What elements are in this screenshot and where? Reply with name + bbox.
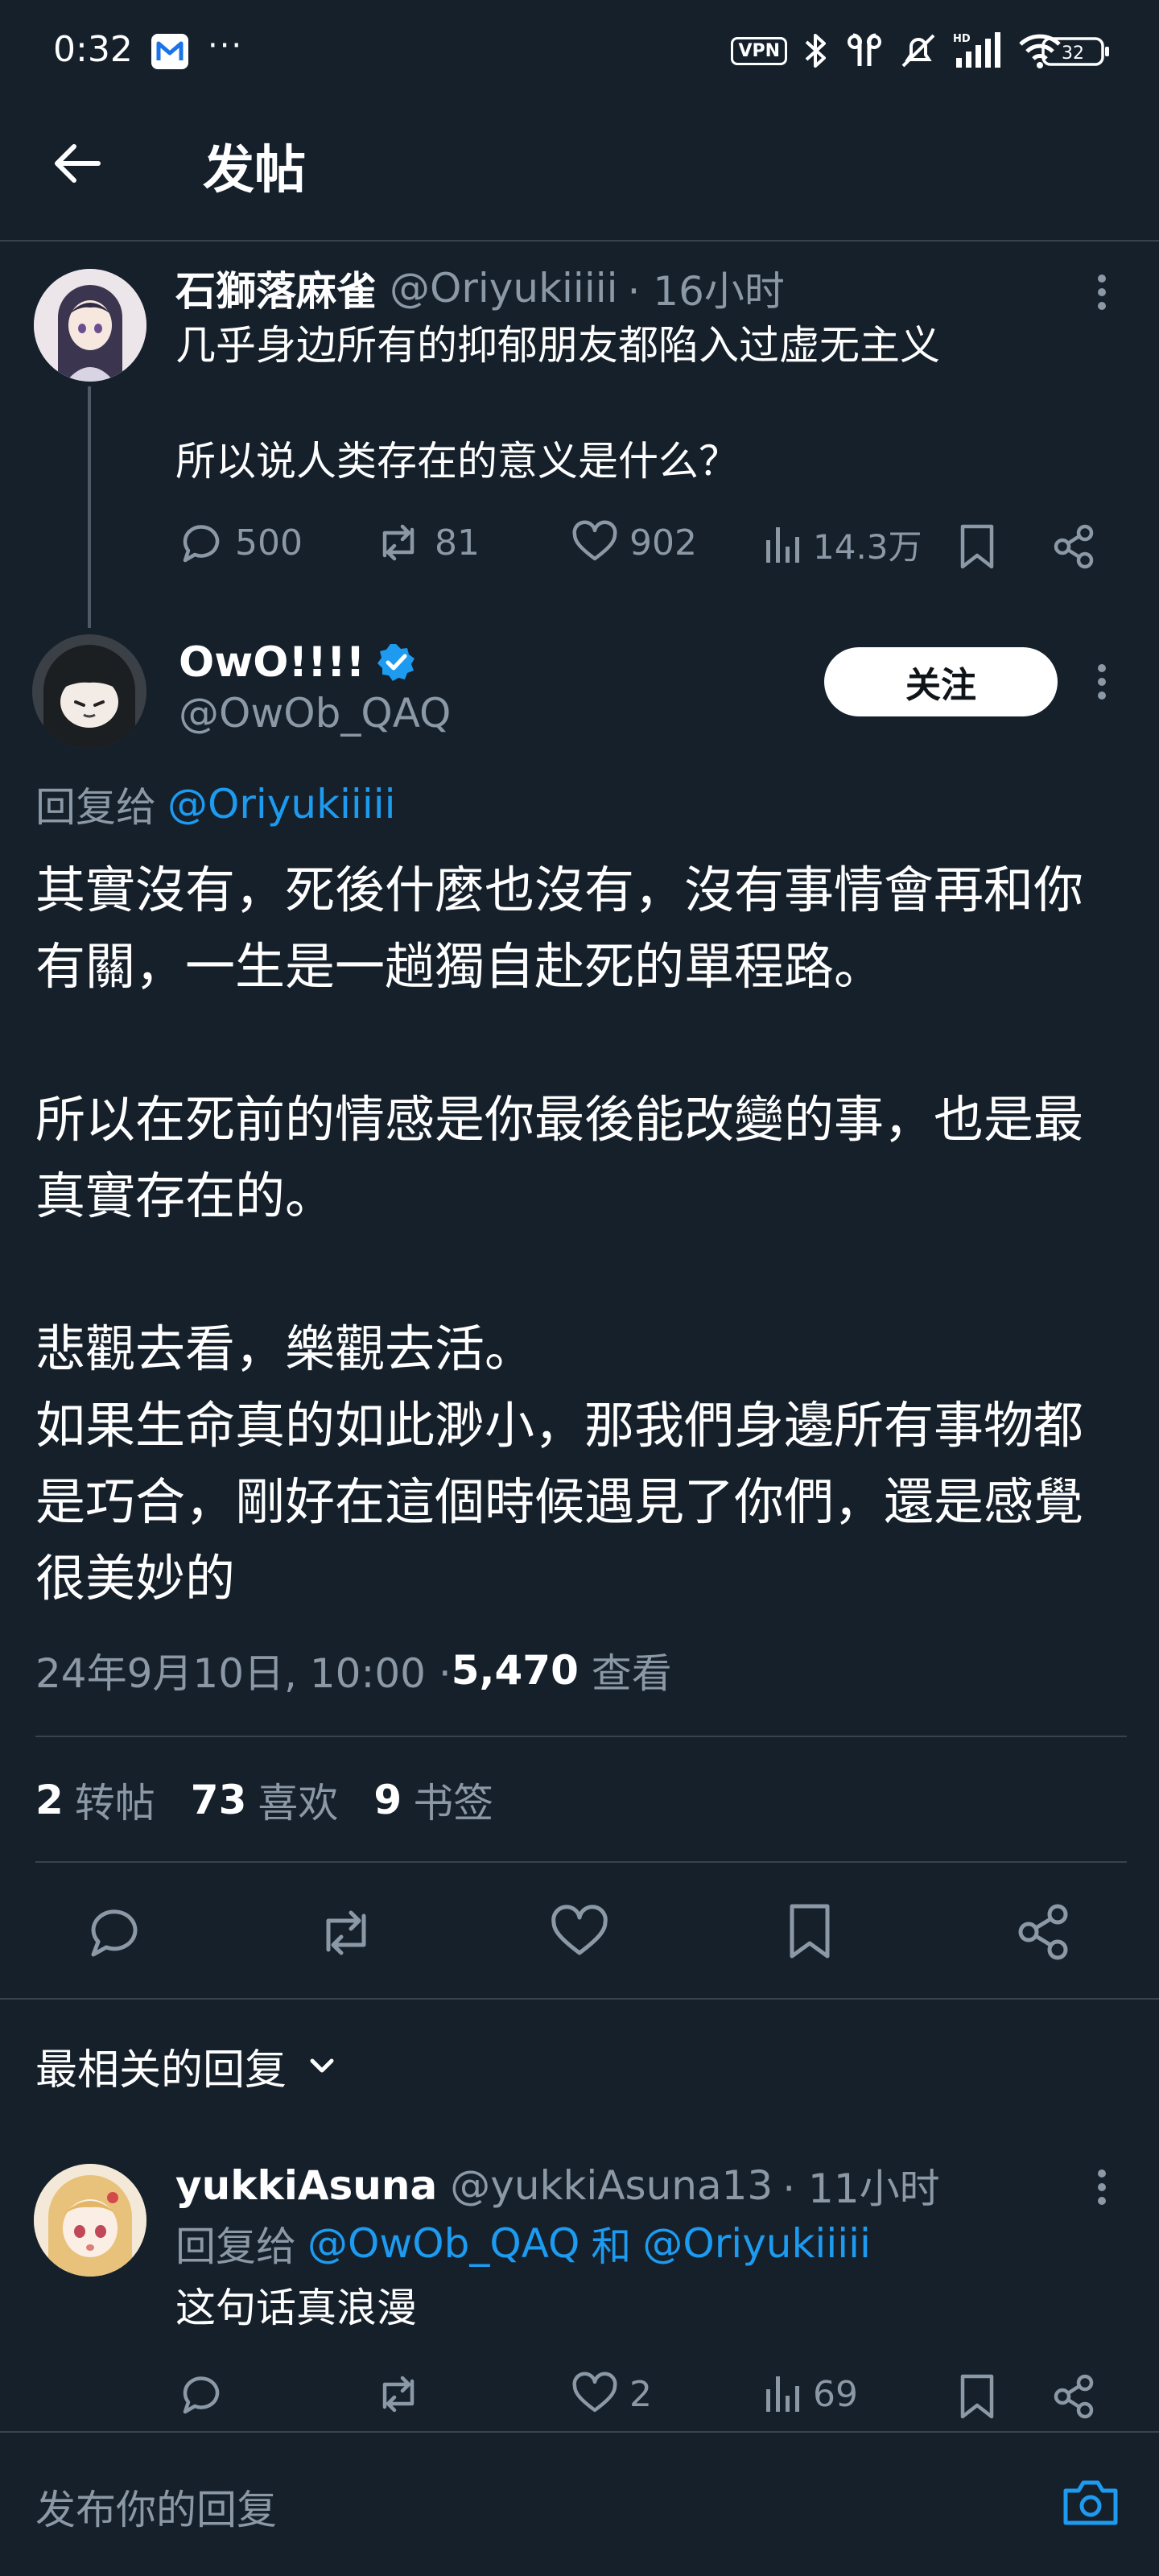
repost-icon[interactable] — [314, 1905, 378, 1959]
author-name[interactable]: 石獅落麻雀 — [175, 259, 377, 317]
notification-more: ··· — [208, 27, 244, 64]
author-name[interactable]: yukkiAsuna — [175, 2162, 437, 2209]
signal-icon: HD — [953, 31, 1003, 71]
post-text: 所以说人类存在的意义是什么？ — [175, 438, 739, 485]
post-time: · 16小时 — [627, 268, 785, 315]
views-chart-icon — [761, 2372, 802, 2417]
author-handle[interactable]: @yukkiAsuna13 — [450, 2162, 773, 2209]
reply-meta: yukkiAsuna @yukkiAsuna13 · 11小时 — [175, 2157, 940, 2214]
thread-connector — [88, 386, 91, 628]
repost-stat-label[interactable]: 转帖 — [75, 1771, 155, 1829]
post-text: 几乎身边所有的抑郁朋友都陷入过虚无主义 — [175, 322, 940, 369]
reply-to-link[interactable]: @Oriyukiiiii — [642, 2220, 871, 2267]
reply-context: 回复给 @OwOb_QAQ 和 @Oriyukiiiii — [175, 2215, 871, 2272]
reply-icon — [179, 520, 224, 565]
author-handle[interactable]: @OwOb_QAQ — [179, 687, 451, 739]
reply-sort-dropdown[interactable]: 最相关的回复 — [35, 2037, 338, 2095]
share-icon[interactable] — [1051, 523, 1096, 570]
views-count: 14.3万 — [813, 527, 922, 567]
like-button[interactable]: 902 — [571, 520, 697, 565]
reply-composer: 发布你的回复 — [0, 2433, 1159, 2576]
like-stat-label[interactable]: 喜欢 — [258, 1771, 338, 1829]
status-icons: VPN HD — [731, 31, 1062, 71]
reply-and: 和 — [591, 2223, 632, 2270]
bookmark-icon[interactable] — [958, 2373, 996, 2420]
reply-prefix: 回复给 — [175, 2223, 296, 2270]
battery-indicator: 32 — [1041, 35, 1111, 68]
earbuds-icon — [845, 31, 884, 71]
divider — [35, 1861, 1127, 1863]
view-count: 5,470 — [451, 1647, 579, 1694]
reply-icon[interactable] — [179, 2372, 224, 2417]
verified-badge-icon — [376, 642, 416, 683]
avatar[interactable] — [34, 269, 146, 382]
views-chart-icon — [761, 522, 802, 568]
author-name[interactable]: OwO!!!! — [179, 638, 365, 687]
camera-icon[interactable] — [1061, 2476, 1120, 2529]
reply-count: 500 — [235, 522, 303, 564]
divider — [0, 1998, 1159, 2000]
avatar[interactable] — [34, 2164, 146, 2277]
silent-mode-icon — [898, 31, 938, 71]
reply-text: 这句话真浪漫 — [175, 2285, 417, 2331]
heart-icon — [571, 520, 618, 565]
main-author-row: OwO!!!! — [179, 636, 416, 689]
header-divider — [0, 240, 1159, 242]
follow-button[interactable]: 关注 — [824, 647, 1058, 716]
bookmark-icon[interactable] — [958, 523, 996, 570]
vpn-badge: VPN — [731, 36, 787, 65]
chevron-down-icon — [306, 2050, 338, 2082]
reply-icon[interactable] — [87, 1905, 143, 1959]
status-time: 0:32 — [53, 29, 133, 70]
post-datetime: 24年9月10日, 10:00 · — [35, 1650, 452, 1697]
author-handle[interactable]: @Oriyukiiiii — [390, 265, 618, 312]
post-time: · 11小时 — [782, 2165, 940, 2212]
reply-context: 回复给 @Oriyukiiiii — [35, 776, 396, 832]
reply-to-link[interactable]: @OwOb_QAQ — [307, 2220, 580, 2267]
reply-prefix: 回复给 — [35, 784, 156, 831]
battery-level: 32 — [1062, 43, 1084, 64]
reply-button[interactable]: 500 — [179, 520, 303, 565]
svg-text:HD: HD — [953, 33, 971, 45]
bluetooth-icon — [802, 31, 831, 71]
views-button[interactable]: 69 — [761, 2372, 858, 2417]
engagement-stats: 2 转帖 73 喜欢 9 书签 — [35, 1771, 493, 1829]
like-count: 2 — [629, 2373, 652, 2415]
more-options-icon[interactable] — [1088, 662, 1116, 702]
repost-button[interactable]: 81 — [373, 520, 480, 565]
reply-to-link[interactable]: @Oriyukiiiii — [167, 781, 396, 828]
reply-input[interactable]: 发布你的回复 — [35, 2478, 277, 2536]
view-label: 查看 — [578, 1650, 672, 1697]
like-count: 902 — [629, 522, 697, 564]
views-count: 69 — [813, 2373, 858, 2415]
repost-stat-count[interactable]: 2 — [35, 1777, 64, 1823]
page-title: 发帖 — [203, 141, 306, 200]
repost-icon[interactable] — [373, 2372, 423, 2417]
bookmark-stat-label[interactable]: 书签 — [413, 1771, 493, 1829]
reply-sort-label: 最相关的回复 — [35, 2046, 287, 2095]
repost-icon — [373, 520, 423, 565]
status-bar: 0:32 ··· VPN HD 32 — [0, 0, 1159, 105]
bookmark-icon[interactable] — [786, 1903, 834, 1961]
post-timestamp-row: 24年9月10日, 10:00 · 5,470 查看 — [35, 1642, 672, 1699]
heart-icon[interactable] — [551, 1905, 608, 1959]
bookmark-stat-count[interactable]: 9 — [373, 1777, 402, 1823]
heart-icon — [571, 2372, 618, 2417]
avatar[interactable] — [32, 634, 146, 749]
like-button[interactable]: 2 — [571, 2372, 652, 2417]
share-icon[interactable] — [1014, 1903, 1072, 1961]
post-body: 其實沒有，死後什麼也沒有，沒有事情會再和你有關，一生是一趟獨自赴死的單程路。 所… — [35, 861, 1084, 1608]
like-stat-count[interactable]: 73 — [191, 1777, 247, 1823]
more-options-icon[interactable] — [1088, 272, 1116, 312]
share-icon[interactable] — [1051, 2373, 1096, 2420]
divider — [35, 1736, 1127, 1737]
mail-icon — [151, 34, 188, 69]
views-button[interactable]: 14.3万 — [761, 520, 922, 569]
back-arrow-icon[interactable] — [50, 137, 103, 190]
parent-post-meta: 石獅落麻雀 @Oriyukiiiii · 16小时 — [175, 259, 785, 317]
more-options-icon[interactable] — [1088, 2167, 1116, 2207]
repost-count: 81 — [435, 522, 480, 564]
